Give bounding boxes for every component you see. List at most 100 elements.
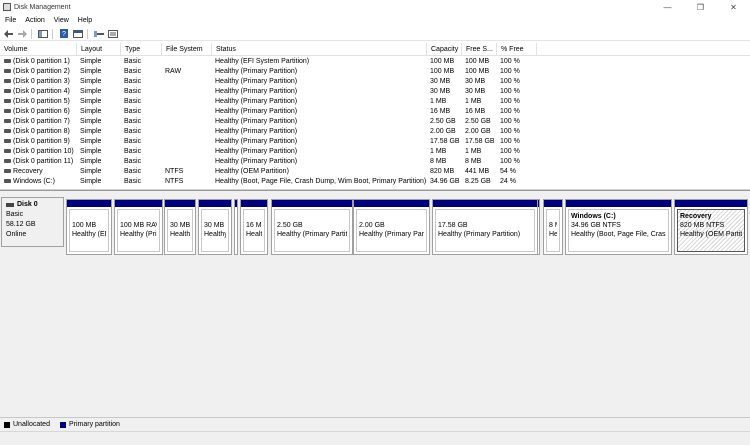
window-title: Disk Management	[14, 3, 71, 11]
legend-unallocated-swatch	[4, 421, 10, 428]
partition-body: 2.50 GB Healthy (Primary Partitio	[274, 209, 350, 252]
volume-name: (Disk 0 partition 6)	[13, 108, 70, 115]
menu-action[interactable]: Action	[25, 17, 44, 24]
partition-box[interactable]: 100 MB RAV Healthy (Prir	[114, 199, 163, 255]
partition-type-bar	[566, 200, 671, 207]
volume-row[interactable]: (Disk 0 partition 4) Simple Basic Healthy (…	[0, 87, 750, 97]
disk-graphical-view: Disk 0 Basic 58.12 GB Online 100 MB Healt…	[0, 190, 750, 417]
volume-cell-status: Healthy (Primary Partition)	[215, 98, 298, 105]
disk-info-box[interactable]: Disk 0 Basic 58.12 GB Online	[1, 197, 64, 247]
volume-cell-type: Basic	[124, 68, 142, 75]
volume-row[interactable]: (Disk 0 partition 3) Simple Basic Healthy (…	[0, 77, 750, 87]
disk-size: 58.12 GB	[6, 221, 36, 228]
forward-arrow-icon[interactable]	[16, 28, 28, 40]
menu-view[interactable]: View	[54, 17, 69, 24]
volume-cell-pct: 100 %	[500, 58, 520, 65]
volume-cell-volume: (Disk 0 partition 2)	[4, 67, 76, 77]
volume-cell-layout: Simple	[80, 168, 102, 175]
partition-box[interactable]: 30 MB Healthy	[164, 199, 196, 255]
volume-cell-volume: (Disk 0 partition 7)	[4, 117, 76, 127]
volume-cell-layout: Simple	[80, 148, 102, 155]
column-type[interactable]: Type	[121, 43, 162, 56]
volume-icon	[4, 179, 11, 184]
volume-row[interactable]: (Disk 0 partition 7) Simple Basic Healthy (…	[0, 117, 750, 127]
volume-row[interactable]: (Disk 0 partition 11) Simple Basic Healthy …	[0, 157, 750, 167]
volume-cell-type: Basic	[124, 158, 142, 165]
connect-icon[interactable]	[93, 28, 105, 40]
volume-icon	[4, 129, 11, 134]
partition-type-bar	[272, 200, 352, 207]
partition-box[interactable]	[537, 199, 540, 255]
list-view-icon[interactable]	[107, 28, 119, 40]
partition-box[interactable]: 16 MB Health	[240, 199, 268, 255]
volume-name: (Disk 0 partition 2)	[13, 68, 70, 75]
partition-type-bar	[354, 200, 429, 207]
volume-cell-free: 1 MB	[465, 148, 482, 155]
volume-row[interactable]: Recovery Simple Basic NTFS Healthy (OEM Part…	[0, 167, 750, 177]
partition-body: 100 MB RAV Healthy (Prir	[117, 209, 160, 252]
volume-cell-volume: (Disk 0 partition 1)	[4, 57, 76, 67]
volume-cell-fs	[165, 117, 211, 127]
properties-icon[interactable]	[72, 28, 84, 40]
volume-cell-free: 441 MB	[465, 168, 490, 175]
close-button[interactable]: ✕	[717, 0, 750, 14]
partition-status: Healthy	[170, 231, 190, 238]
volume-cell-pct: 100 %	[500, 158, 520, 165]
volume-row[interactable]: (Disk 0 partition 9) Simple Basic Healthy (…	[0, 137, 750, 147]
volume-row[interactable]: Windows (C:) Simple Basic NTFS Healthy (Boot…	[0, 177, 750, 187]
partition-box[interactable]: 2.00 GB Healthy (Primary Partitio	[353, 199, 430, 255]
partition-box[interactable]	[234, 199, 238, 255]
column-file-system[interactable]: File System	[162, 43, 212, 56]
volume-cell-status: Healthy (Primary Partition)	[215, 148, 298, 155]
column-capacity[interactable]: Capacity	[427, 43, 462, 56]
menu-help[interactable]: Help	[78, 17, 92, 24]
restore-button[interactable]: ❐	[684, 0, 717, 14]
column-free-space[interactable]: Free S...	[462, 43, 497, 56]
help-icon[interactable]: ?	[58, 28, 70, 40]
volume-cell-type: Basic	[124, 138, 142, 145]
volume-cell-status: Healthy (Primary Partition)	[215, 78, 298, 85]
partition-box[interactable]: 17.58 GB Healthy (Primary Partition)	[432, 199, 538, 255]
disk-state: Online	[6, 231, 27, 238]
volume-name: (Disk 0 partition 8)	[13, 128, 70, 135]
back-arrow-icon[interactable]	[2, 28, 14, 40]
volume-cell-layout: Simple	[80, 178, 102, 185]
volume-row[interactable]: (Disk 0 partition 1) Simple Basic Healthy (…	[0, 57, 750, 67]
minimize-button[interactable]: —	[651, 0, 684, 14]
volume-row[interactable]: (Disk 0 partition 8) Simple Basic Healthy (…	[0, 127, 750, 137]
volume-cell-free: 100 MB	[465, 58, 490, 65]
partition-box[interactable]: 8 MI Heal	[543, 199, 563, 255]
volume-name: (Disk 0 partition 10)	[13, 148, 74, 155]
volume-cell-fs: RAW	[165, 68, 182, 75]
svg-text:?: ?	[62, 31, 66, 38]
volume-cell-type: Basic	[124, 178, 142, 185]
menu-file[interactable]: File	[5, 17, 16, 24]
column-status[interactable]: Status	[212, 43, 427, 56]
volume-cell-status: Healthy (Primary Partition)	[215, 68, 298, 75]
partition-body	[237, 209, 238, 252]
volume-row[interactable]: (Disk 0 partition 10) Simple Basic Healthy …	[0, 147, 750, 157]
volume-row[interactable]: (Disk 0 partition 2) Simple Basic RAW Health…	[0, 67, 750, 77]
volume-cell-free: 2.50 GB	[465, 118, 491, 125]
partition-body: 2.00 GB Healthy (Primary Partitio	[356, 209, 427, 252]
volume-cell-status: Healthy (Boot, Page File, Crash Dump, Wi…	[215, 178, 427, 185]
column-layout[interactable]: Layout	[77, 43, 121, 56]
column-volume[interactable]: Volume	[0, 43, 77, 56]
column-percent-free[interactable]: % Free	[497, 43, 537, 56]
volume-row[interactable]: (Disk 0 partition 6) Simple Basic Healthy (…	[0, 107, 750, 117]
partition-size: 34.96 GB NTFS	[571, 222, 621, 229]
partition-box[interactable]: 30 MB Healthy	[198, 199, 232, 255]
show-hide-console-tree-icon[interactable]	[37, 28, 49, 40]
volume-row[interactable]: (Disk 0 partition 5) Simple Basic Healthy (…	[0, 97, 750, 107]
partition-box[interactable]: Windows (C:) 34.96 GB NTFS Healthy (Boot, …	[565, 199, 672, 255]
volume-cell-capacity: 100 MB	[430, 68, 455, 75]
volume-cell-volume: (Disk 0 partition 3)	[4, 77, 76, 87]
title-bar: Disk Management — ❐ ✕	[0, 0, 750, 14]
volume-cell-fs	[165, 107, 211, 117]
volume-cell-capacity: 820 MB	[430, 168, 455, 175]
partition-box[interactable]: Recovery 820 MB NTFS Healthy (OEM Partitio	[674, 199, 748, 255]
partition-size: 820 MB NTFS	[680, 222, 725, 229]
partition-size: 2.00 GB	[359, 222, 385, 229]
partition-box[interactable]: 2.50 GB Healthy (Primary Partitio	[271, 199, 353, 255]
partition-box[interactable]: 100 MB Healthy (EFI	[66, 199, 112, 255]
